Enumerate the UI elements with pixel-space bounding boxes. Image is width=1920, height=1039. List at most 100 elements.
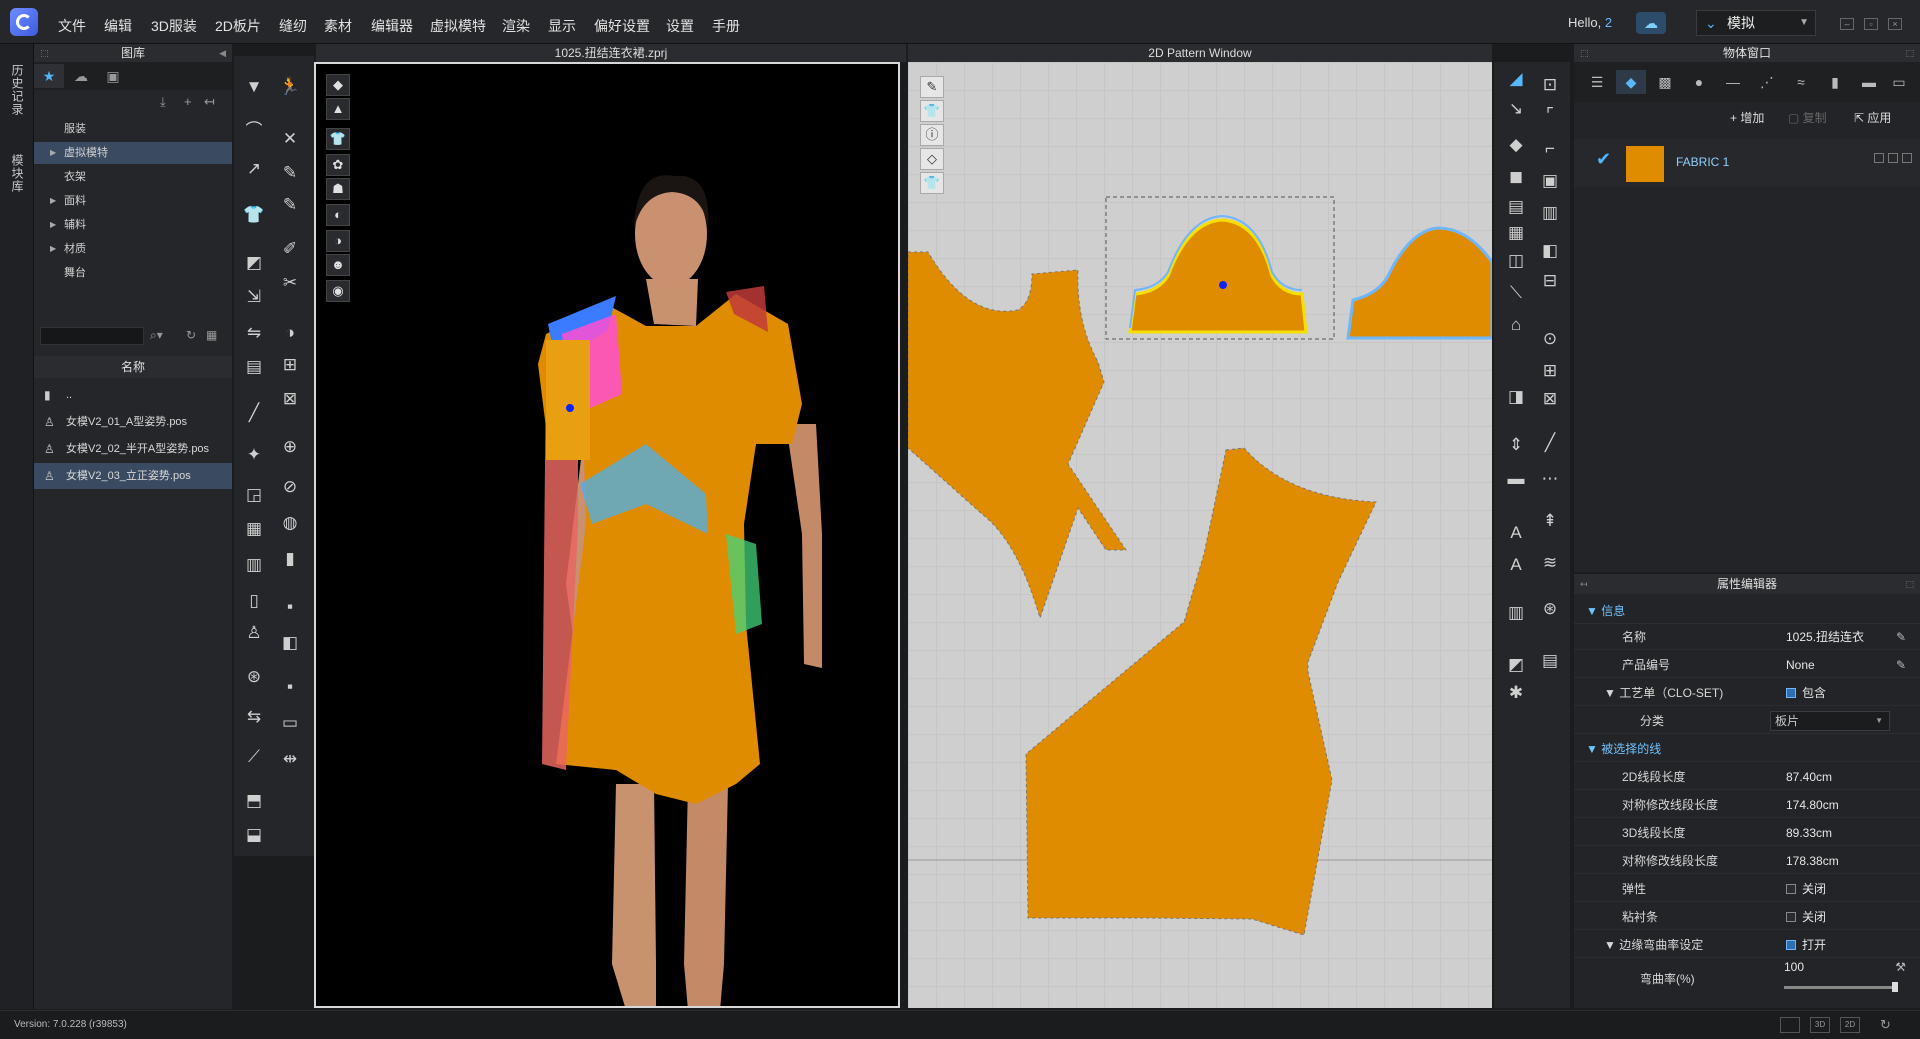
curvature-slider-handle[interactable] — [1892, 982, 1898, 992]
add-button[interactable]: + 增加 — [1730, 108, 1764, 128]
dashed-ruler-icon[interactable]: ⋯ — [1538, 468, 1562, 490]
texture-tab-icon[interactable]: ▩ — [1650, 70, 1680, 94]
figure-tool-icon[interactable]: ♙ — [242, 622, 266, 644]
prop-product-value[interactable]: None — [1786, 652, 1815, 678]
zipper-2d-icon[interactable]: ⇞ — [1538, 510, 1562, 532]
prop-sym-3d-value[interactable]: 178.38cm — [1786, 848, 1839, 874]
solid-box-icon[interactable]: ▪ — [278, 676, 302, 698]
tree-item-fabric[interactable]: ▶ 面料 — [34, 190, 232, 212]
select-pattern-icon[interactable]: ◢ — [1504, 68, 1528, 90]
minimize-icon[interactable]: – — [1840, 18, 1854, 30]
grid-view-icon[interactable]: ▦ — [206, 328, 217, 342]
grid-2d-icon[interactable]: ▥ — [1504, 602, 1528, 624]
knife-tool-icon[interactable]: ⟋ — [242, 746, 266, 768]
popout-icon[interactable]: ⬚ — [1905, 574, 1914, 594]
puckering-2d-icon[interactable]: ⊞ — [1538, 360, 1562, 382]
tree-item-avatar[interactable]: ▶ 虚拟模特 — [34, 142, 232, 164]
list-icon[interactable]: ☰ — [1582, 70, 1612, 94]
edit-pattern-icon[interactable]: ↗ — [242, 158, 266, 180]
pants-tool-icon[interactable]: ▯ — [242, 590, 266, 612]
table-icon[interactable]: ▤ — [1538, 650, 1562, 672]
menu-edit[interactable]: 编辑 — [104, 16, 132, 36]
file-item-pose[interactable]: ♙ 女模V2_03_立正姿势.pos — [34, 463, 232, 489]
pencil-icon[interactable]: ✎ — [1896, 652, 1906, 678]
arrange-tool-icon[interactable]: ◩ — [242, 252, 266, 274]
free-sew-icon[interactable]: ⊟ — [1538, 270, 1562, 292]
tack-tool-icon[interactable]: ✎ — [278, 194, 302, 216]
prop-sym-2d-value[interactable]: 174.80cm — [1786, 792, 1839, 818]
lock-tool-icon[interactable]: ◍ — [278, 512, 302, 534]
text-tool-icon[interactable]: A — [1504, 522, 1528, 544]
2d-view-icon[interactable]: 2D — [1840, 1017, 1860, 1033]
file-item-pose[interactable]: ♙ 女模V2_02_半开A型姿势.pos — [34, 436, 232, 462]
pencil-icon[interactable]: ✎ — [1896, 624, 1906, 650]
copy-fabric-icon[interactable] — [1874, 153, 1884, 163]
library-search-input[interactable] — [40, 327, 144, 345]
category-select[interactable]: 板片 ▼ — [1770, 711, 1890, 731]
measure-tool-icon[interactable]: ✎ — [278, 162, 302, 184]
refresh-layout-icon[interactable]: ↻ — [1880, 1017, 1891, 1033]
expand-caret-icon[interactable]: ▶ — [50, 190, 56, 212]
fabric-tool-icon[interactable]: ▦ — [242, 518, 266, 540]
expand-caret-icon[interactable]: ▶ — [50, 214, 56, 236]
texture-tool-icon[interactable]: ◲ — [242, 484, 266, 506]
line-tool-icon[interactable]: ╱ — [242, 402, 266, 424]
download-icon[interactable]: ⤓ — [160, 94, 166, 110]
curvature-value[interactable]: 100 — [1784, 954, 1804, 980]
button-tab-icon[interactable]: ● — [1684, 70, 1714, 94]
section-info[interactable]: ▼ 信息 — [1574, 598, 1920, 624]
single-view-icon[interactable] — [1780, 1017, 1800, 1033]
record-icon[interactable]: ◨ — [1504, 386, 1528, 408]
add-icon[interactable]: + — [184, 94, 192, 109]
curve-point-icon[interactable]: ⌜ — [1538, 104, 1562, 126]
prop-name-value[interactable]: 1025.扭结连衣 — [1786, 624, 1864, 650]
menu-render[interactable]: 渲染 — [502, 16, 530, 36]
pattern-sleeve-selected[interactable] — [1128, 218, 1308, 334]
tape-checkbox[interactable]: 关闭 — [1786, 904, 1826, 930]
view3d-canvas[interactable]: ◆ ▲ 👕 ✿ ☗ ◐ ◑ ☻ ◉ — [314, 62, 900, 1008]
clo-set-checkbox[interactable]: 包含 — [1786, 680, 1826, 706]
tree-item-trims[interactable]: ▶ 辅料 — [34, 214, 232, 236]
zip-tool-icon[interactable]: ▮ — [278, 548, 302, 570]
prop-3d-length-value[interactable]: 89.33cm — [1786, 820, 1832, 846]
trim-line-icon[interactable]: ⌂ — [1504, 314, 1528, 336]
brush-tool-icon[interactable]: ✦ — [242, 444, 266, 466]
menu-2d-pattern[interactable]: 2D板片 — [215, 16, 261, 36]
pattern-bodice-left[interactable] — [908, 251, 1127, 620]
garment-2d-icon[interactable]: ◩ — [1504, 654, 1528, 676]
align-tool-icon[interactable]: ⇹ — [278, 748, 302, 770]
trace-icon[interactable]: ▦ — [1504, 222, 1528, 244]
cut-tool-icon[interactable]: ✂ — [278, 272, 302, 294]
avatar-measure-icon[interactable]: ⊛ — [242, 666, 266, 688]
graphic-tool-icon[interactable]: ⊕ — [278, 436, 302, 458]
puckering-tab-icon[interactable]: ≈ — [1786, 70, 1816, 94]
cloud-icon[interactable]: ☁ — [1636, 12, 1666, 34]
menu-manual[interactable]: 手册 — [712, 16, 740, 36]
transform-pattern-icon[interactable]: ⊡ — [1538, 74, 1562, 96]
collapse-icon[interactable]: ◀ — [219, 44, 226, 62]
popout-icon[interactable]: ⬚ — [1905, 44, 1914, 62]
search-icon[interactable]: ⌕▾ — [150, 328, 163, 343]
menu-file[interactable]: 文件 — [58, 16, 86, 36]
pleat-icon[interactable]: ◫ — [1504, 250, 1528, 272]
undock-icon[interactable]: ⬚ — [1580, 44, 1589, 62]
tree-item-hanger[interactable]: 衣架 — [34, 166, 232, 188]
view2d-canvas[interactable]: ✎ 👕 ⓘ ◇ 👕 — [908, 62, 1492, 1008]
measure-box-icon[interactable]: ▪ — [278, 596, 302, 618]
pattern-sleeve-right[interactable] — [1346, 226, 1492, 340]
unfold-tool-icon[interactable]: ⇲ — [242, 286, 266, 308]
text-edit-icon[interactable]: A — [1504, 554, 1528, 576]
3d-view-icon[interactable]: 3D — [1810, 1017, 1830, 1033]
name-column-header[interactable]: 名称 — [34, 356, 232, 378]
gear-icon[interactable]: ✱ — [1504, 682, 1528, 704]
more-tab-icon[interactable]: ▭ — [1884, 70, 1914, 94]
edit-point-icon[interactable]: ↘ — [1504, 98, 1528, 120]
square-icon[interactable]: ▭ — [278, 712, 302, 734]
garment-fit-icon[interactable]: ⬒ — [242, 790, 266, 812]
avatar-pose-icon[interactable]: 🏃 — [278, 76, 302, 98]
internal-shape-icon[interactable]: ◼ — [1504, 166, 1528, 188]
collapse-caret-icon[interactable]: ▼ — [1604, 686, 1616, 700]
trim-tab-icon[interactable]: ▮ — [1820, 70, 1850, 94]
menu-avatar[interactable]: 虚拟模特 — [430, 16, 486, 36]
restore-icon[interactable]: ▫ — [1864, 18, 1878, 30]
